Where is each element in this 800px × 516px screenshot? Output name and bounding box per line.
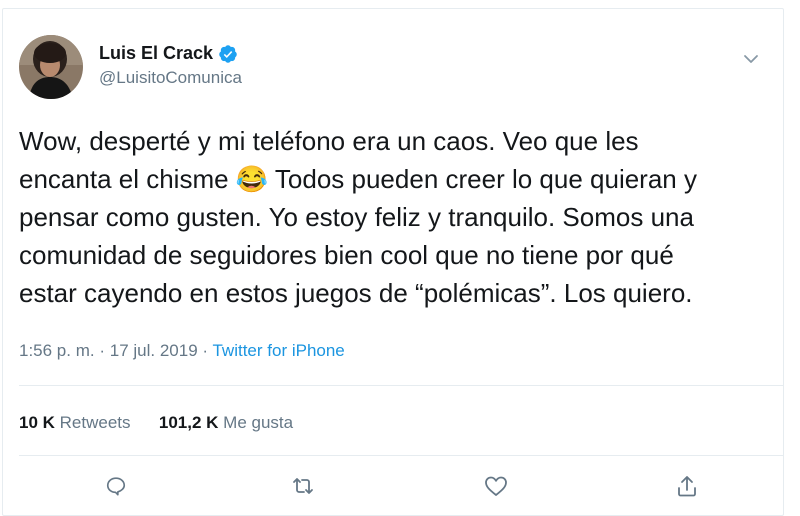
meta-separator: · (99, 341, 106, 360)
likes-label: Me gusta (223, 413, 294, 432)
tweet-actions (3, 471, 783, 501)
reply-button[interactable] (101, 471, 131, 501)
verified-badge-icon (218, 44, 238, 64)
retweets-stat[interactable]: 10 K Retweets (19, 413, 131, 432)
divider (19, 385, 783, 386)
chevron-down-icon[interactable] (741, 49, 761, 69)
reply-icon (105, 475, 127, 497)
tweet-time[interactable]: 1:56 p. m. (19, 341, 95, 360)
share-icon (676, 474, 698, 498)
share-button[interactable] (672, 471, 702, 501)
avatar[interactable] (19, 35, 83, 99)
heart-icon (484, 475, 508, 497)
tweet-source-link[interactable]: Twitter for iPhone (212, 341, 344, 360)
tweet-metadata: 1:56 p. m. · 17 jul. 2019 · Twitter for … (19, 341, 345, 361)
tweet-text: Wow, desperté y mi teléfono era un caos.… (19, 126, 697, 308)
retweets-label: Retweets (59, 413, 131, 432)
user-handle[interactable]: @LuisitoComunica (99, 68, 242, 88)
meta-separator: · (202, 341, 209, 360)
divider (19, 455, 783, 456)
retweets-count: 10 K (19, 413, 55, 432)
tweet-stats: 10 K Retweets 101,2 K Me gusta (19, 413, 293, 433)
likes-count: 101,2 K (158, 413, 219, 432)
user-names: Luis El Crack @LuisitoComunica (99, 43, 242, 88)
tweet-date[interactable]: 17 jul. 2019 (110, 341, 198, 360)
user-display-name[interactable]: Luis El Crack (99, 43, 213, 64)
like-button[interactable] (481, 471, 511, 501)
tweet-card: Luis El Crack @LuisitoComunica Wow, desp… (2, 8, 784, 516)
retweet-button[interactable] (288, 471, 318, 501)
retweet-icon (291, 475, 315, 497)
likes-stat[interactable]: 101,2 K Me gusta (159, 413, 293, 432)
tweet-header: Luis El Crack @LuisitoComunica (19, 35, 767, 105)
